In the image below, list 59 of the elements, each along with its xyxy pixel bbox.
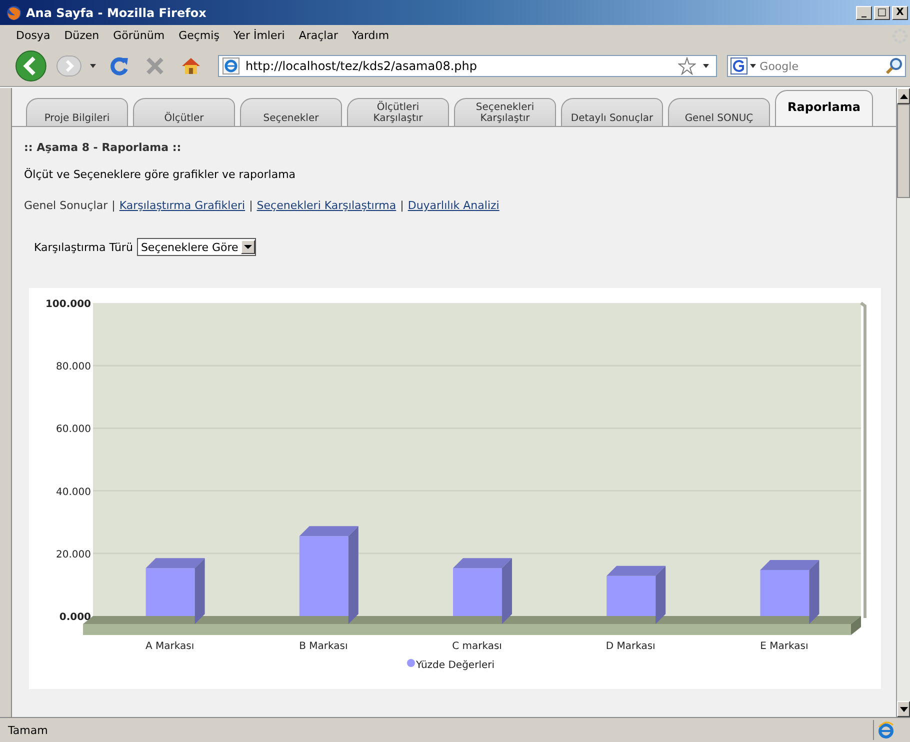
home-icon[interactable]: [180, 55, 202, 77]
y-tick-label: 100.000: [45, 299, 91, 310]
link-separator: |: [249, 199, 253, 212]
report-link[interactable]: Seçenekleri Karşılaştırma: [256, 199, 396, 212]
tab[interactable]: Ölçütleri Karşılaştır: [347, 98, 449, 126]
menu-item[interactable]: Görünüm: [107, 27, 171, 44]
scroll-down-icon[interactable]: [900, 706, 908, 712]
vertical-scrollbar[interactable]: [896, 88, 910, 717]
tab[interactable]: Proje Bilgileri: [26, 98, 128, 126]
menu-item[interactable]: Araçlar: [292, 27, 344, 44]
maximize-button[interactable]: □: [874, 6, 890, 20]
dropdown-icon: [244, 244, 252, 250]
tab[interactable]: Seçenekleri Karşılaştır: [454, 98, 556, 126]
close-button[interactable]: X: [892, 6, 908, 20]
menu-item[interactable]: Dosya: [10, 27, 56, 44]
y-tick-label: 60.000: [56, 424, 91, 436]
link-separator: |: [112, 199, 116, 212]
minimize-button[interactable]: _: [856, 6, 872, 20]
address-field[interactable]: http://localhost/tez/kds2/asama08.php: [218, 55, 717, 77]
browser-e-icon: [877, 721, 895, 739]
y-tick-label: 20.000: [56, 549, 91, 560]
page-description: Ölçüt ve Seçeneklere göre grafikler ve raporlama: [24, 168, 297, 181]
x-axis-label: B Markası: [299, 641, 348, 652]
window-title: Ana Sayfa - Mozilla Firefox: [26, 6, 208, 20]
menu-item[interactable]: Yardım: [346, 27, 396, 44]
reload-icon[interactable]: [108, 55, 130, 77]
browser-logo-icon: [6, 4, 22, 20]
report-link[interactable]: Karşılaştırma Grafikleri: [119, 199, 246, 212]
search-engine-icon[interactable]: [730, 57, 758, 75]
x-axis-label: C markası: [452, 641, 502, 652]
tab[interactable]: Seçenekler: [240, 98, 342, 126]
tab[interactable]: Detaylı Sonuçlar: [561, 98, 663, 126]
y-tick-label: 0.000: [59, 612, 91, 623]
current-section-label: Genel Sonuçlar: [24, 199, 108, 212]
comparison-type-label: Karşılaştırma Türü: [34, 240, 133, 254]
x-axis-label: D Markası: [606, 641, 656, 652]
status-text: Tamam: [8, 724, 49, 736]
search-bar[interactable]: Google: [726, 55, 906, 77]
report-link[interactable]: Duyarlılık Analizi: [408, 199, 500, 212]
legend-label: Yüzde Değerleri: [416, 660, 495, 671]
tab[interactable]: Raporlama: [775, 90, 873, 126]
tab[interactable]: Ölçütler: [133, 98, 235, 126]
x-axis-label: A Markası: [146, 641, 194, 652]
page-heading: :: Aşama 8 - Raporlama ::: [24, 141, 182, 154]
y-tick-label: 40.000: [56, 486, 91, 498]
tab[interactable]: Genel SONUÇ: [668, 98, 770, 126]
x-axis-label: E Markası: [760, 641, 808, 652]
scrollbar-thumb[interactable]: [897, 104, 910, 198]
y-tick-label: 80.000: [56, 362, 91, 373]
page-icon: [222, 57, 240, 75]
menu-item[interactable]: Yer İmleri: [227, 27, 291, 44]
menu-item[interactable]: Geçmiş: [172, 27, 226, 44]
search-icon[interactable]: [885, 57, 904, 75]
bookmark-star-icon[interactable]: [678, 57, 696, 75]
scroll-up-icon[interactable]: [900, 94, 908, 98]
link-separator: |: [400, 199, 404, 212]
comparison-type-select[interactable]: Seçeneklere Göre: [136, 238, 256, 256]
dropdown-icon[interactable]: [702, 62, 710, 70]
menu-item[interactable]: Düzen: [58, 27, 106, 44]
